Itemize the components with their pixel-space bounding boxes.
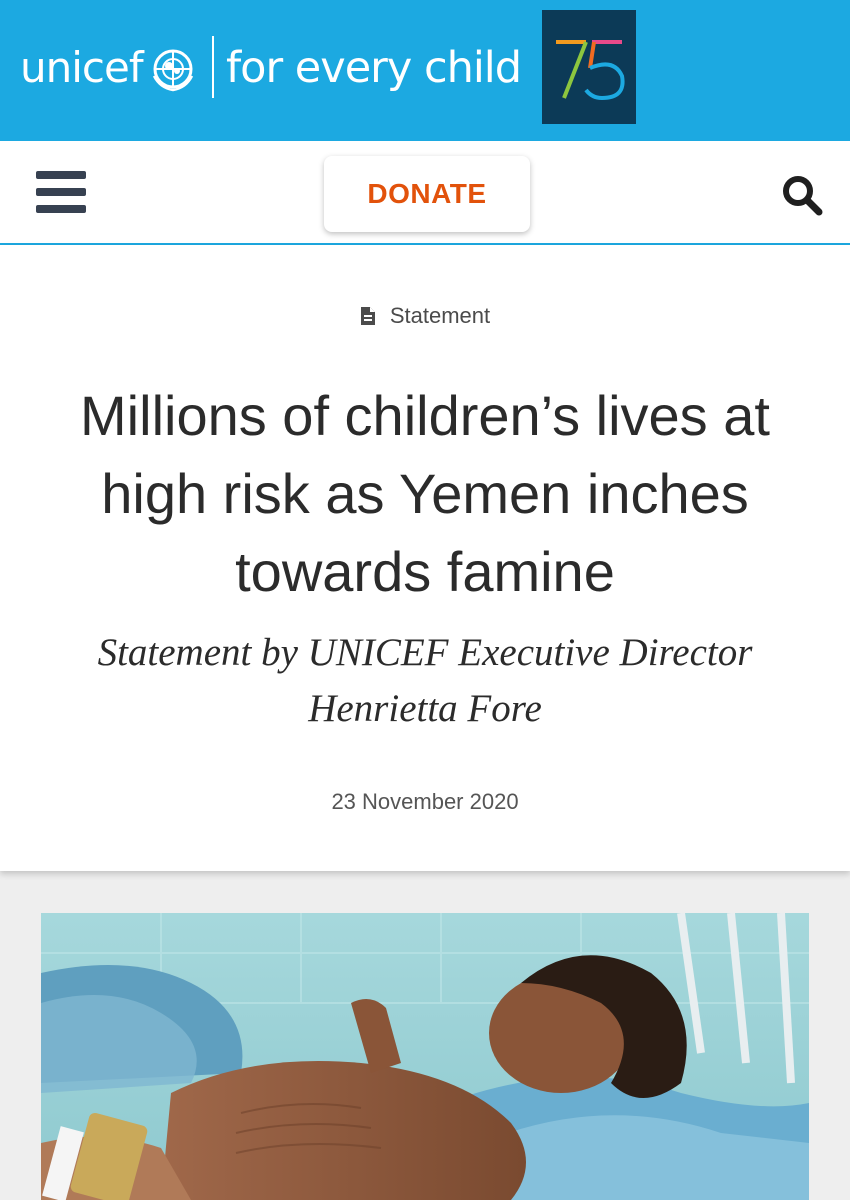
anniversary-75-logo <box>556 40 625 101</box>
donate-button[interactable]: DONATE <box>324 156 530 232</box>
menu-line <box>36 188 86 196</box>
brand-tagline: for every child <box>226 43 522 93</box>
page: unicef for every child DONATE Statement … <box>0 0 850 1200</box>
unicef-logo-text[interactable]: unicef <box>20 42 144 94</box>
brand-bar: unicef for every child <box>0 0 850 141</box>
nav-bar: DONATE <box>0 141 850 245</box>
hamburger-menu-icon[interactable] <box>36 169 88 215</box>
article-header-card: Statement Millions of children’s lives a… <box>0 245 850 871</box>
brand-divider <box>212 36 214 98</box>
search-icon[interactable] <box>780 173 824 217</box>
article-date: 23 November 2020 <box>331 789 519 814</box>
anniversary-badge <box>542 10 636 124</box>
menu-line <box>36 171 86 179</box>
unicef-globe-logo-icon <box>152 49 194 92</box>
article-subtitle: Statement by UNICEF Executive Director H… <box>97 631 753 730</box>
article-type-label: Statement <box>389 303 491 328</box>
hero-photo-image <box>41 913 809 1200</box>
article-headline: Millions of children’s lives at high ris… <box>80 384 770 603</box>
menu-line <box>36 205 86 213</box>
article-type: Statement <box>0 301 850 331</box>
hero-photo <box>41 913 809 1200</box>
document-icon <box>360 307 375 325</box>
